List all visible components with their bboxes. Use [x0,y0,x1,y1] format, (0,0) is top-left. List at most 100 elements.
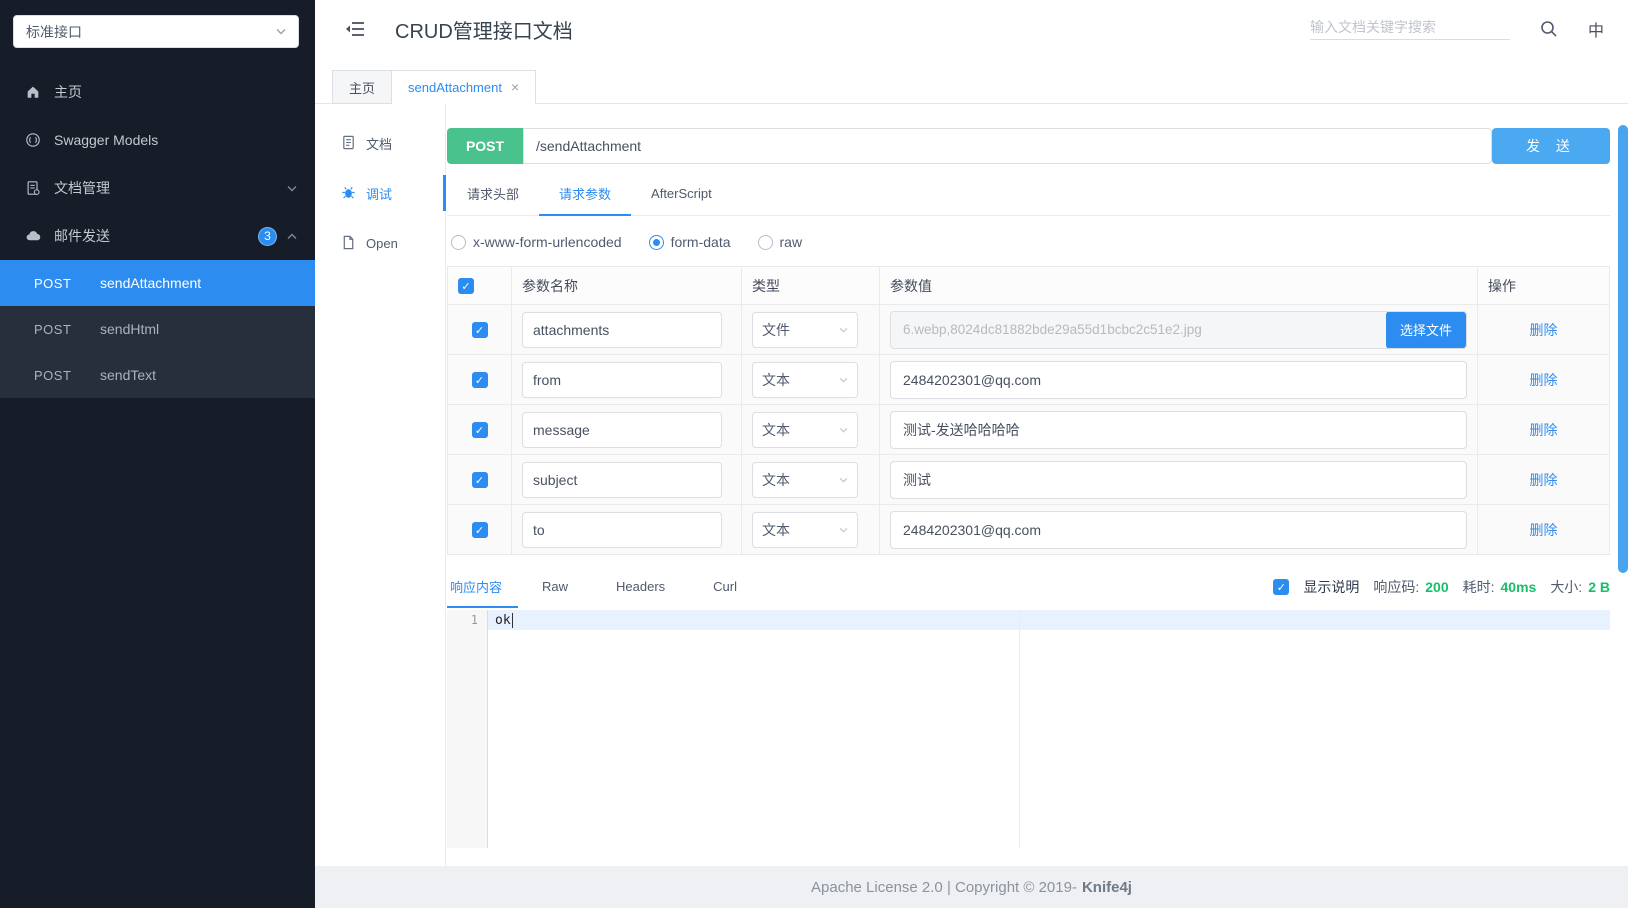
status-code-label: 响应码: [1373,579,1420,595]
tab-label: sendAttachment [408,79,502,95]
doc-nav-label: Open [366,235,398,251]
footer-text: Apache License 2.0 | Copyright © 2019- [811,878,1077,896]
sidebar-submenu: POST sendAttachment POST sendHtml POST s… [0,260,315,398]
line-number: 1 [470,613,478,627]
close-tab-icon[interactable]: × [511,79,519,95]
sidebar-item-swagger-models[interactable]: Swagger Models [0,116,315,164]
doc-nav-label: 文档 [366,136,393,152]
editor-gutter: 1 [447,610,488,848]
operation-name: sendText [100,367,157,383]
param-value-input[interactable] [890,410,1467,449]
doc-nav-label: 调试 [366,186,393,202]
param-type-select[interactable]: 文本 [752,411,858,448]
tab-sendattachment[interactable]: sendAttachment × [392,70,537,104]
sidebar-item-sendhtml[interactable]: POST sendHtml [0,306,315,352]
param-type-select[interactable]: 文本 [752,361,858,398]
chevron-down-icon [839,327,848,333]
radio-label: x-www-form-urlencoded [473,234,622,250]
size-label: 大小: [1550,579,1583,595]
time-cost-label: 耗时: [1462,579,1495,595]
collapse-menu-icon[interactable] [345,18,367,40]
delete-row-link[interactable]: 删除 [1530,422,1558,438]
sidebar-item-mail-send[interactable]: 邮件发送 3 [0,212,315,260]
radio-x-www-form-urlencoded[interactable]: x-www-form-urlencoded [451,234,622,250]
tab-afterscript[interactable]: AfterScript [631,172,732,216]
request-tabs: 请求头部 请求参数 AfterScript [447,172,1610,216]
sidebar-item-sendattachment[interactable]: POST sendAttachment [0,260,315,306]
cloud-icon [24,227,42,245]
debug-panel: POST 发 送 请求头部 请求参数 AfterScript x-www-for… [446,104,1628,866]
table-row: ✓ 文本 删除 [447,504,1610,555]
table-row: ✓ 文本 删除 [447,354,1610,405]
doc-nav-item-open[interactable]: Open [315,218,445,268]
radio-form-data[interactable]: form-data [648,234,731,250]
send-button[interactable]: 发 送 [1492,128,1610,164]
param-name-input[interactable] [522,361,722,398]
operation-name: sendAttachment [100,275,202,291]
main-area: CRUD管理接口文档 中 主页 sendAttachment × [315,0,1628,908]
choose-file-button[interactable]: 选择文件 [1386,311,1466,348]
tab-headers[interactable]: Headers [592,567,689,608]
editor-active-line: ok [488,610,1610,630]
param-value-input[interactable] [890,460,1467,499]
delete-row-link[interactable]: 删除 [1530,322,1558,338]
param-name-input[interactable] [522,461,722,498]
tab-label: 主页 [349,80,376,96]
param-type-value: 文件 [762,321,790,338]
param-type-select[interactable]: 文本 [752,461,858,498]
param-name-input[interactable] [522,311,722,348]
radio-raw[interactable]: raw [757,234,802,250]
doc-nav-item-doc[interactable]: 文档 [315,118,445,168]
search-input[interactable] [1309,18,1510,35]
radio-icon [757,234,773,250]
row-checkbox[interactable]: ✓ [471,322,488,339]
row-checkbox[interactable]: ✓ [471,422,488,439]
tab-response-content[interactable]: 响应内容 [447,567,519,608]
api-group-select[interactable]: 标准接口 [13,15,299,48]
param-type-select[interactable]: 文件 [752,311,858,348]
file-upload-field: 6.webp,8024dc81882bde29a55d1bcbc2c51e2.j… [890,310,1467,349]
sidebar-item-doc-manage[interactable]: 文档管理 [0,164,315,212]
tab-request-headers[interactable]: 请求头部 [447,172,539,216]
method-label: POST [34,367,72,383]
delete-row-link[interactable]: 删除 [1530,522,1558,538]
param-table-header-row: ✓ 参数名称 类型 参数值 操作 [447,266,1610,305]
vertical-scrollbar[interactable] [1618,125,1628,573]
param-name-input[interactable] [522,411,722,448]
tab-raw[interactable]: Raw [518,567,592,608]
param-value-input[interactable] [890,510,1467,549]
column-header: 操作 [1477,266,1610,305]
select-all-checkbox[interactable]: ✓ [458,278,474,295]
chevron-down-icon [276,28,286,35]
doc-nav-item-debug[interactable]: 调试 [315,168,446,218]
sidebar-item-home[interactable]: 主页 [0,68,315,116]
search-icon[interactable] [1540,20,1558,38]
time-cost-value: 40ms [1500,579,1537,595]
sidebar-item-sendtext[interactable]: POST sendText [0,352,315,398]
param-name-input[interactable] [522,511,722,548]
document-icon [341,135,357,151]
tab-home[interactable]: 主页 [332,70,393,104]
radio-icon [451,234,466,250]
tab-curl[interactable]: Curl [689,567,761,608]
operation-name: sendHtml [100,321,160,337]
row-checkbox[interactable]: ✓ [471,472,488,489]
request-path-input[interactable] [523,128,1492,164]
param-type-select[interactable]: 文本 [752,511,858,548]
table-row: ✓ 文本 删除 [447,454,1610,505]
language-toggle[interactable]: 中 [1588,17,1604,41]
param-type-value: 文本 [762,421,790,438]
row-checkbox[interactable]: ✓ [471,522,488,539]
chevron-down-icon [839,427,848,433]
delete-row-link[interactable]: 删除 [1530,472,1558,488]
editor-code-area[interactable]: ok [488,610,1610,848]
row-checkbox[interactable]: ✓ [471,372,488,389]
table-row: ✓ 文件 6.webp,8024dc81882bde29a55d1bcbc2c5… [447,304,1610,355]
show-description-checkbox[interactable]: ✓ [1273,579,1290,595]
delete-row-link[interactable]: 删除 [1530,372,1558,388]
tab-request-params[interactable]: 请求参数 [539,172,632,216]
method-label: POST [34,275,72,291]
response-body-editor[interactable]: 1 ok [447,610,1610,848]
column-header: 参数名称 [511,266,742,305]
param-value-input[interactable] [890,360,1467,399]
